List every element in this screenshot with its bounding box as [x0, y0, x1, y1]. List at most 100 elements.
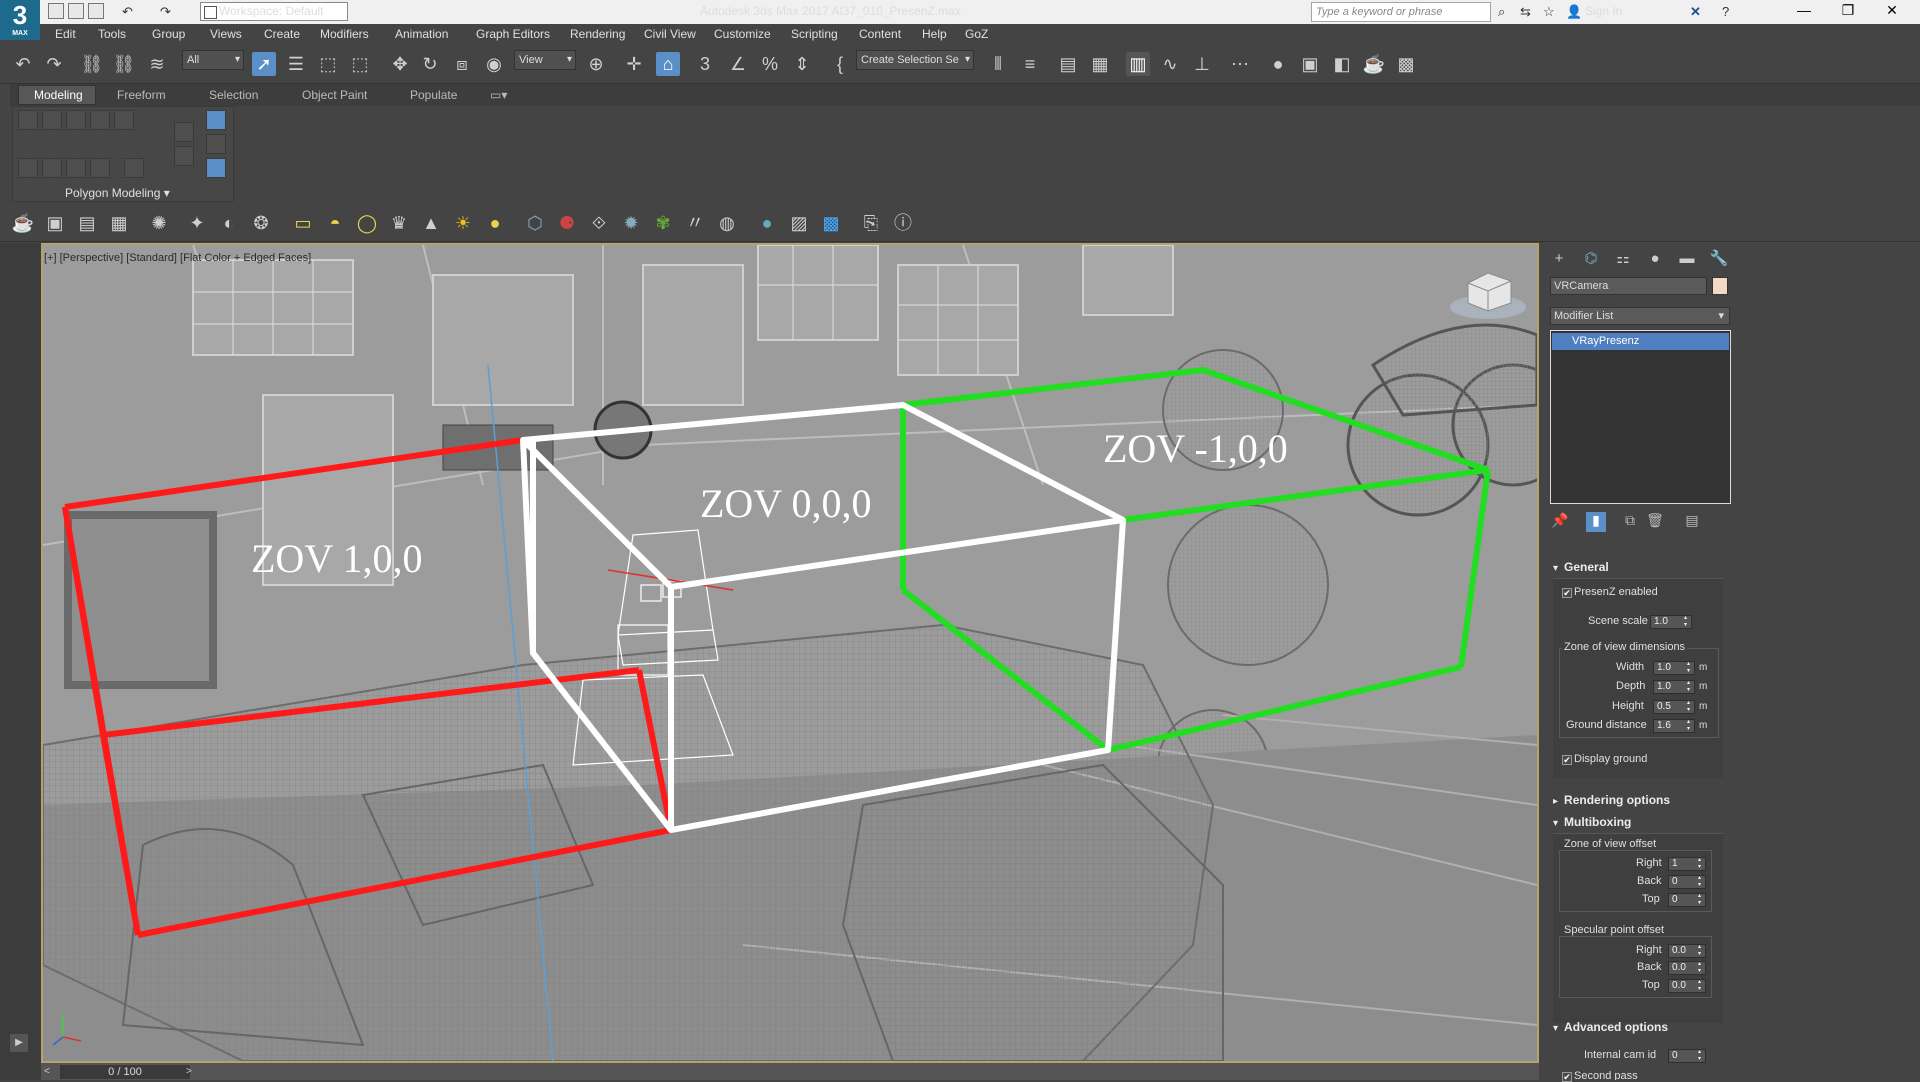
object-name-field[interactable]: VRCamera [1550, 277, 1707, 295]
menu-scripting[interactable]: Scripting [791, 27, 838, 41]
depth-spinner[interactable]: 1.0 [1653, 680, 1695, 694]
second-pass-checkbox[interactable]: ✔ [1562, 1072, 1572, 1082]
display-tab-icon[interactable]: ▬ [1675, 248, 1699, 270]
vray-sphere-icon[interactable]: ◍ [714, 210, 740, 236]
frame-buffer-icon[interactable]: ▤ [74, 210, 100, 236]
show-end-result-icon[interactable] [206, 110, 226, 130]
zov-back-spinner[interactable]: 0 [1668, 875, 1706, 889]
spec-back-spinner[interactable]: 0.0 [1668, 961, 1706, 975]
use-displace-icon[interactable] [174, 122, 194, 142]
spec-top-spinner[interactable]: 0.0 [1668, 979, 1706, 993]
help-circle-icon[interactable]: ⓘ [890, 210, 916, 236]
object-color-swatch[interactable] [1712, 277, 1728, 295]
display-ground-checkbox[interactable]: ✔ [1562, 755, 1572, 765]
tab-selection[interactable]: Selection [209, 88, 258, 102]
percent-snap-icon[interactable]: % [758, 52, 782, 76]
ribbon-options-icon[interactable]: ▭▾ [490, 88, 507, 102]
close-button[interactable]: ✕ [1870, 2, 1914, 22]
binoculars-icon[interactable]: ⌕ [1498, 4, 1505, 20]
sun-icon[interactable]: ☀ [450, 210, 476, 236]
exchange-icon[interactable]: ⇆ [1520, 4, 1531, 20]
sign-in-link[interactable]: Sign In [1585, 4, 1622, 18]
viewport-label-menu[interactable]: [+] [Perspective] [Standard] [Flat Color… [44, 252, 311, 264]
create-tab-icon[interactable]: + [1547, 248, 1571, 270]
stack-item-vraypresenz[interactable]: VRayPresenz [1552, 333, 1729, 350]
pivot-center-icon[interactable]: ⊕ [584, 52, 608, 76]
zov-top-spinner[interactable]: 0 [1668, 893, 1706, 907]
remove-modifier-icon[interactable]: 🗑 [1645, 512, 1665, 532]
presenz-icon[interactable]: ▩ [818, 210, 844, 236]
align-icon[interactable]: ≡ [1018, 52, 1042, 76]
select-by-name-icon[interactable]: ☰ [284, 52, 308, 76]
pin-stack-icon[interactable] [206, 134, 226, 154]
keyboard-shortcut-override-icon[interactable]: ⌂ [656, 52, 680, 76]
angle-snap-icon[interactable]: ∠ [726, 52, 750, 76]
internal-cam-id-spinner[interactable]: 0 [1668, 1049, 1706, 1063]
rollout-advanced-options[interactable]: Advanced options [1553, 1018, 1718, 1036]
save-file-icon[interactable] [88, 3, 104, 19]
expand-viewport-icon[interactable]: ▶ [10, 1034, 28, 1052]
render-icon[interactable]: ▣ [42, 210, 68, 236]
pin-stack-icon[interactable]: 📌 [1550, 512, 1570, 532]
menu-animation[interactable]: Animation [395, 27, 448, 41]
width-spinner[interactable]: 1.0 [1653, 661, 1695, 675]
favorites-icon[interactable]: ☆ [1543, 4, 1555, 20]
new-file-icon[interactable] [48, 3, 64, 19]
cone-icon[interactable]: ▲ [418, 210, 444, 236]
place-icon[interactable]: ◉ [482, 52, 506, 76]
plane-icon[interactable]: ▭ [290, 210, 316, 236]
rotate-icon[interactable]: ↻ [418, 52, 442, 76]
proxy-icon[interactable]: ⬡ [522, 210, 548, 236]
menu-rendering[interactable]: Rendering [570, 27, 625, 41]
hair-icon[interactable]: 〃 [682, 210, 708, 236]
schematic-view-icon[interactable]: ⋯ [1228, 52, 1252, 76]
time-slider[interactable] [41, 1063, 1539, 1080]
toggle-icon[interactable] [206, 158, 226, 178]
ambient-light-icon[interactable]: ◐ [216, 210, 242, 236]
redo-icon[interactable]: ↷ [42, 52, 66, 76]
vray-globe-icon[interactable]: ● [754, 210, 780, 236]
tab-object-paint[interactable]: Object Paint [302, 88, 367, 102]
app-logo[interactable]: 3 MAX [0, 0, 40, 40]
height-spinner[interactable]: 0.5 [1653, 700, 1695, 714]
tab-modeling[interactable]: Modeling [34, 88, 83, 102]
bind-space-warp-icon[interactable]: ≋ [145, 52, 169, 76]
border-icon[interactable] [66, 110, 86, 130]
dope-sheet-icon[interactable]: ⊥ [1190, 52, 1214, 76]
menu-modifiers[interactable]: Modifiers [320, 27, 369, 41]
teapot-icon[interactable]: ☕ [10, 210, 36, 236]
scale-icon[interactable]: ⧈ [450, 52, 474, 76]
window-crossing-icon[interactable]: ⬚ [348, 52, 372, 76]
collapse-stack-icon[interactable] [174, 146, 194, 166]
menu-group[interactable]: Group [152, 27, 185, 41]
menu-graph-editors[interactable]: Graph Editors [476, 27, 550, 41]
search-input[interactable]: Type a keyword or phrase [1311, 2, 1491, 22]
mesh-light-icon[interactable]: ♛ [386, 210, 412, 236]
selection-filter-dropdown[interactable]: All [182, 50, 244, 70]
time-next-icon[interactable]: > [186, 1066, 192, 1077]
scene-scale-spinner[interactable]: 1.0 [1650, 615, 1692, 629]
rollout-rendering-options[interactable]: Rendering options [1553, 791, 1718, 809]
render-frame-icon[interactable]: ◧ [1330, 52, 1354, 76]
modifier-stack[interactable] [1550, 330, 1731, 504]
maximize-button[interactable]: ❐ [1826, 2, 1870, 22]
open-file-icon[interactable] [68, 3, 84, 19]
rect-region-icon[interactable]: ⬚ [316, 52, 340, 76]
menu-customize[interactable]: Customize [714, 27, 771, 41]
show-end-result-icon[interactable]: ▮ [1586, 512, 1606, 532]
configure-sets-icon[interactable]: ▤ [1682, 512, 1702, 532]
modify-mode-icon[interactable] [18, 158, 38, 178]
modify-tab-icon[interactable]: ⌬ [1579, 248, 1603, 270]
utilities-tab-icon[interactable]: 🔧 [1707, 248, 1731, 270]
render-setup-icon[interactable]: ▣ [1298, 52, 1322, 76]
edge-icon[interactable] [42, 110, 62, 130]
reference-coordinate-dropdown[interactable]: View [514, 50, 576, 70]
polygon-modeling-label[interactable]: Polygon Modeling ▾ [65, 186, 170, 200]
select-manipulate-icon[interactable]: ✛ [622, 52, 646, 76]
perspective-viewport[interactable]: ZOV 1,0,0 ZOV 0,0,0 ZOV -1,0,0 [41, 243, 1539, 1063]
curve-editor-icon[interactable]: ∿ [1158, 52, 1182, 76]
menu-content[interactable]: Content [859, 27, 901, 41]
menu-civil-view[interactable]: Civil View [644, 27, 696, 41]
fur-icon[interactable]: ✹ [618, 210, 644, 236]
mirror-icon[interactable]: ⫴ [986, 52, 1010, 76]
